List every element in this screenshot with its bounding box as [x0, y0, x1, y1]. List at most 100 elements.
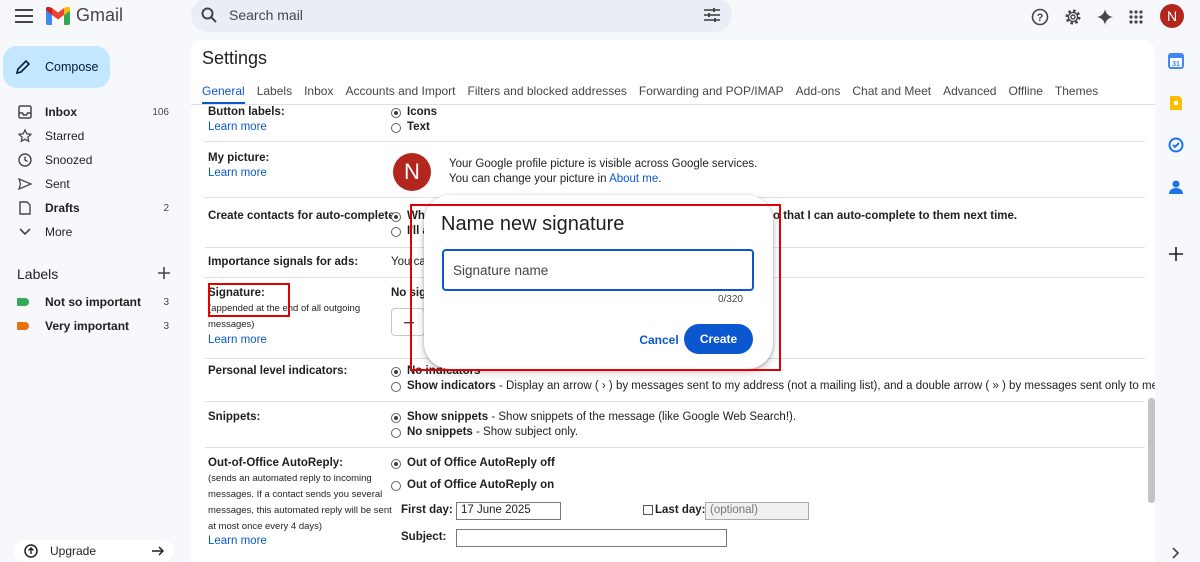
expand-side-panel-chevron-icon[interactable] — [1167, 544, 1185, 562]
help-icon[interactable]: ? — [1029, 6, 1051, 28]
tab-offline[interactable]: Offline — [1008, 84, 1042, 98]
search-input[interactable]: Search mail — [229, 7, 704, 23]
nav-label: Snoozed — [45, 153, 93, 167]
label-name: Very important — [45, 319, 130, 333]
dialog-highlight-box — [410, 204, 781, 371]
first-day-input[interactable]: 17 June 2025 — [456, 502, 561, 520]
tab-accounts-and-import[interactable]: Accounts and Import — [345, 84, 455, 98]
row-divider — [205, 401, 1145, 402]
option-icons: Icons — [407, 106, 438, 118]
tasks-icon[interactable] — [1167, 136, 1185, 154]
settings-scrollbar[interactable] — [1148, 398, 1155, 503]
gmail-m-icon — [46, 6, 70, 25]
label-not-so-important[interactable]: Not so important 3 — [0, 291, 180, 313]
nav-item-drafts[interactable]: Drafts 2 — [0, 197, 180, 219]
label-count: 3 — [163, 320, 169, 332]
signature-highlight-box — [208, 283, 290, 317]
tab-add-ons[interactable]: Add-ons — [796, 84, 841, 98]
contacts-icon[interactable] — [1167, 178, 1185, 196]
option-text: Text — [407, 121, 430, 133]
upgrade-label: Upgrade — [50, 544, 97, 558]
nav-item-starred[interactable]: Starred — [0, 125, 180, 147]
gmail-logo[interactable]: Gmail — [46, 5, 123, 26]
send-icon — [17, 176, 33, 192]
radio-icons[interactable] — [391, 108, 401, 118]
account-avatar[interactable]: N — [1160, 4, 1184, 28]
nav-item-sent[interactable]: Sent — [0, 173, 180, 195]
learn-more-link[interactable]: Learn more — [208, 167, 267, 179]
main-menu-icon[interactable] — [12, 4, 36, 28]
radio-text[interactable] — [391, 123, 401, 133]
radio-show-indicators[interactable] — [391, 382, 401, 392]
learn-more-link[interactable]: Learn more — [208, 334, 267, 346]
option-no-snippets: No snippets - Show subject only. — [407, 426, 579, 438]
label-very-important[interactable]: Very important 3 — [0, 315, 180, 337]
radio-ooo-off[interactable] — [391, 459, 401, 469]
nav-item-inbox[interactable]: Inbox 106 — [0, 101, 180, 123]
tab-advanced[interactable]: Advanced — [943, 84, 996, 98]
learn-more-link[interactable]: Learn more — [208, 121, 267, 133]
option-ooo-off: Out of Office AutoReply off — [407, 457, 555, 469]
tab-themes[interactable]: Themes — [1055, 84, 1098, 98]
option-auto-contacts-end: o that I can auto-complete to them next … — [773, 210, 1018, 222]
row-divider — [205, 141, 1145, 142]
radio-auto-contacts[interactable] — [391, 212, 401, 222]
get-add-ons-plus-icon[interactable] — [1167, 245, 1185, 263]
tab-labels[interactable]: Labels — [257, 84, 292, 98]
ooo-label: Out-of-Office AutoReply: — [208, 457, 344, 469]
label-tag-icon — [17, 322, 29, 330]
search-icon[interactable] — [201, 7, 217, 23]
tab-forwarding[interactable]: Forwarding and POP/IMAP — [639, 84, 784, 98]
nav-item-more[interactable]: More — [0, 221, 180, 243]
label-name: Not so important — [45, 295, 141, 309]
radio-no-snippets[interactable] — [391, 428, 401, 438]
nav-count: 106 — [152, 106, 169, 118]
tab-divider — [191, 104, 1155, 105]
labels-heading: Labels — [17, 266, 59, 282]
about-me-link[interactable]: About me — [609, 173, 658, 185]
last-day-checkbox[interactable] — [643, 505, 653, 515]
tab-chat-and-meet[interactable]: Chat and Meet — [852, 84, 931, 98]
profile-picture-avatar[interactable]: N — [393, 153, 431, 191]
importance-signals-label: Importance signals for ads: — [208, 256, 359, 268]
add-label-icon[interactable] — [157, 266, 171, 280]
option-ooo-on: Out of Office AutoReply on — [407, 479, 555, 491]
my-picture-label: My picture: — [208, 152, 270, 164]
arrow-right-icon — [152, 546, 164, 556]
apps-grid-icon[interactable] — [1125, 6, 1147, 28]
ooo-sublabel-2: messages. If a contact sends you several — [208, 489, 383, 500]
learn-more-link[interactable]: Learn more — [208, 535, 267, 547]
tab-inbox[interactable]: Inbox — [304, 84, 333, 98]
clock-icon — [17, 152, 33, 168]
tab-filters[interactable]: Filters and blocked addresses — [468, 84, 627, 98]
svg-text:31: 31 — [1172, 61, 1180, 68]
nav-label: More — [45, 225, 73, 239]
upgrade-info-icon — [24, 544, 38, 558]
nav-label: Inbox — [45, 105, 77, 119]
contacts-autocomplete-label: Create contacts for auto-complete: — [208, 210, 399, 222]
nav-label: Sent — [45, 177, 70, 191]
settings-gear-icon[interactable] — [1062, 6, 1084, 28]
draft-icon — [17, 200, 33, 216]
gemini-sparkle-icon[interactable] — [1094, 6, 1116, 28]
last-day-input[interactable]: (optional) — [705, 502, 809, 520]
nav-item-snoozed[interactable]: Snoozed — [0, 149, 180, 171]
search-options-icon[interactable] — [704, 8, 720, 22]
button-labels-label: Button labels: — [208, 106, 285, 118]
option-show-indicators: Show indicators - Display an arrow ( › )… — [407, 380, 1155, 392]
subject-input[interactable] — [456, 529, 727, 547]
tab-general[interactable]: General — [202, 84, 245, 105]
radio-manual-contacts[interactable] — [391, 227, 401, 237]
calendar-icon[interactable]: 31 — [1167, 52, 1185, 70]
keep-icon[interactable] — [1167, 94, 1185, 112]
radio-show-snippets[interactable] — [391, 413, 401, 423]
chevron-down-icon — [17, 224, 33, 240]
upgrade-button[interactable]: Upgrade — [14, 540, 174, 562]
ooo-sublabel-1: (sends an automated reply to incoming — [208, 473, 372, 484]
personal-indicators-label: Personal level indicators: — [208, 365, 348, 377]
compose-button[interactable]: Compose — [3, 46, 110, 88]
search-bar[interactable]: Search mail — [191, 0, 732, 32]
radio-no-indicators[interactable] — [391, 367, 401, 377]
radio-ooo-on[interactable] — [391, 481, 401, 491]
settings-tabs: General Labels Inbox Accounts and Import… — [202, 84, 1110, 105]
